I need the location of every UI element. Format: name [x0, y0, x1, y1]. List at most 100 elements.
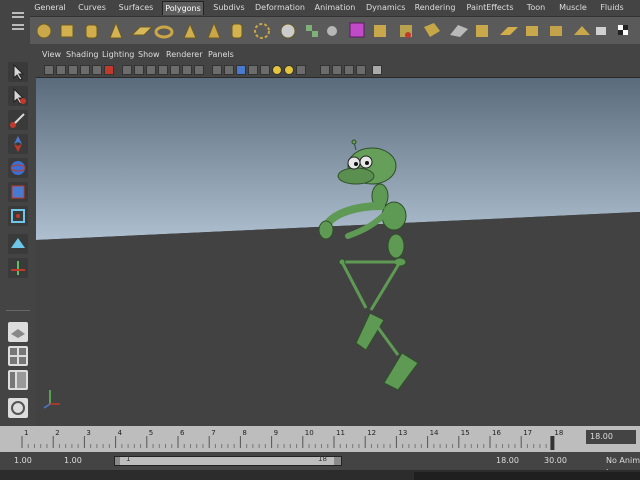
tab-curves[interactable]: Curves: [76, 1, 108, 15]
outliner-layout-icon[interactable]: [8, 370, 28, 390]
tumble-icon[interactable]: [372, 65, 382, 75]
anim-layer-field[interactable]: No Anim L: [606, 455, 640, 477]
menu-shading[interactable]: Shading: [66, 49, 99, 61]
time-slider[interactable]: 1 2 3 4 5 6 7 8 9 10 11 12 13 14 15 16 17 18: [0, 426, 640, 452]
tab-general[interactable]: General: [34, 1, 66, 15]
perspective-viewport[interactable]: [36, 78, 640, 426]
wireframe-icon[interactable]: [212, 65, 222, 75]
rotate-tool-icon[interactable]: [8, 158, 28, 178]
tab-painteffects[interactable]: PaintEffects: [466, 1, 514, 15]
frame-selection-icon[interactable]: [356, 65, 366, 75]
hud-icon[interactable]: [332, 65, 342, 75]
poly-torus-icon[interactable]: [154, 25, 174, 39]
menu-lighting[interactable]: Lighting: [102, 49, 134, 61]
all-lights-icon[interactable]: [272, 65, 282, 75]
append-polygon-icon[interactable]: [450, 25, 468, 37]
shaded-wireframe-icon[interactable]: [236, 65, 246, 75]
textured-icon[interactable]: [248, 65, 258, 75]
extract-icon[interactable]: [349, 22, 365, 38]
time-tick-label: 13: [398, 429, 407, 437]
time-tick-label: 4: [118, 429, 123, 437]
tab-toon[interactable]: Toon: [524, 1, 548, 15]
poly-cube-icon[interactable]: [60, 24, 74, 38]
hypershade-layout-icon[interactable]: [8, 398, 28, 418]
playback-start-field[interactable]: 1.00: [64, 455, 82, 467]
merge-icon[interactable]: [550, 26, 562, 36]
film-gate-icon[interactable]: [134, 65, 144, 75]
poly-cone-icon[interactable]: [109, 21, 123, 39]
tab-rendering[interactable]: Rendering: [414, 1, 456, 15]
gate-mask-icon[interactable]: [158, 65, 168, 75]
select-tool-icon[interactable]: [8, 62, 28, 82]
range-slider-handle[interactable]: [120, 457, 334, 465]
poly-pyramid-icon[interactable]: [207, 21, 221, 39]
menu-view[interactable]: View: [42, 49, 61, 61]
image-plane-icon[interactable]: [80, 65, 90, 75]
tab-fluids[interactable]: Fluids: [598, 1, 626, 15]
combine-icon[interactable]: [306, 25, 318, 37]
poly-soccer-ball-icon[interactable]: [280, 23, 296, 39]
toolbox: [0, 48, 36, 424]
maya-window: General Curves Surfaces Polygons Subdivs…: [0, 0, 640, 480]
tab-muscle[interactable]: Muscle: [558, 1, 588, 15]
safe-title-icon[interactable]: [194, 65, 204, 75]
extrude-face-icon[interactable]: [500, 27, 518, 35]
bridge-icon[interactable]: [526, 26, 538, 36]
bevel-icon[interactable]: [574, 26, 590, 35]
time-tick-label: 17: [523, 429, 532, 437]
select-camera-icon[interactable]: [44, 65, 54, 75]
poly-pipe-icon[interactable]: [231, 23, 243, 39]
resolution-gate-icon[interactable]: [146, 65, 156, 75]
four-view-layout-icon[interactable]: [8, 346, 28, 366]
menu-panels[interactable]: Panels: [208, 49, 234, 61]
soft-modification-icon[interactable]: [8, 234, 28, 254]
platonic-icon[interactable]: [424, 23, 440, 37]
boolean-union-icon[interactable]: [374, 25, 386, 37]
scale-tool-icon[interactable]: [8, 182, 28, 202]
menu-renderer[interactable]: Renderer: [166, 49, 203, 61]
end-time-field[interactable]: 30.00: [544, 455, 567, 467]
poly-helix-icon[interactable]: [254, 23, 270, 39]
shadows-icon[interactable]: [284, 65, 294, 75]
move-tool-icon[interactable]: [8, 134, 28, 154]
tab-animation[interactable]: Animation: [314, 1, 356, 15]
checker-icon[interactable]: [618, 25, 628, 35]
frame-all-icon[interactable]: [344, 65, 354, 75]
tab-subdivs[interactable]: Subdivs: [212, 1, 246, 15]
poly-prism-icon[interactable]: [183, 22, 197, 39]
start-time-field[interactable]: 1.00: [14, 455, 32, 467]
safe-action-icon[interactable]: [182, 65, 192, 75]
bookmarks-icon[interactable]: [68, 65, 78, 75]
cut-faces-icon[interactable]: [596, 27, 606, 35]
lasso-tool-icon[interactable]: [8, 86, 28, 106]
shelf-handle-icon[interactable]: [8, 2, 28, 42]
single-view-layout-icon[interactable]: [8, 322, 28, 342]
grid-icon[interactable]: [122, 65, 132, 75]
tab-dynamics[interactable]: Dynamics: [366, 1, 405, 15]
split-polygon-icon[interactable]: [476, 25, 488, 37]
show-manipulator-icon[interactable]: [8, 258, 28, 278]
grease-pencil-icon[interactable]: [92, 65, 102, 75]
x-ray-icon[interactable]: [296, 65, 306, 75]
universal-manipulator-icon[interactable]: [8, 206, 28, 226]
tab-deformation[interactable]: Deformation: [255, 1, 305, 15]
current-frame-field[interactable]: 18.00: [586, 430, 636, 444]
use-default-lights-icon[interactable]: [260, 65, 270, 75]
paint-select-tool-icon[interactable]: [8, 110, 28, 130]
smooth-shade-icon[interactable]: [224, 65, 234, 75]
isolate-select-icon[interactable]: [320, 65, 330, 75]
playback-end-field[interactable]: 18.00: [496, 455, 519, 467]
viewport-scene[interactable]: [36, 78, 640, 426]
separate-icon[interactable]: [327, 26, 337, 36]
tab-polygons[interactable]: Polygons: [162, 1, 204, 15]
record-icon[interactable]: [104, 65, 114, 75]
camera-attributes-icon[interactable]: [56, 65, 66, 75]
menu-show[interactable]: Show: [138, 49, 160, 61]
playhead[interactable]: [550, 436, 555, 450]
poly-cylinder-icon[interactable]: [85, 24, 98, 39]
smooth-icon[interactable]: [400, 25, 412, 38]
tab-surfaces[interactable]: Surfaces: [118, 1, 154, 15]
field-chart-icon[interactable]: [170, 65, 180, 75]
poly-plane-icon[interactable]: [130, 26, 154, 36]
poly-sphere-icon[interactable]: [36, 23, 52, 39]
